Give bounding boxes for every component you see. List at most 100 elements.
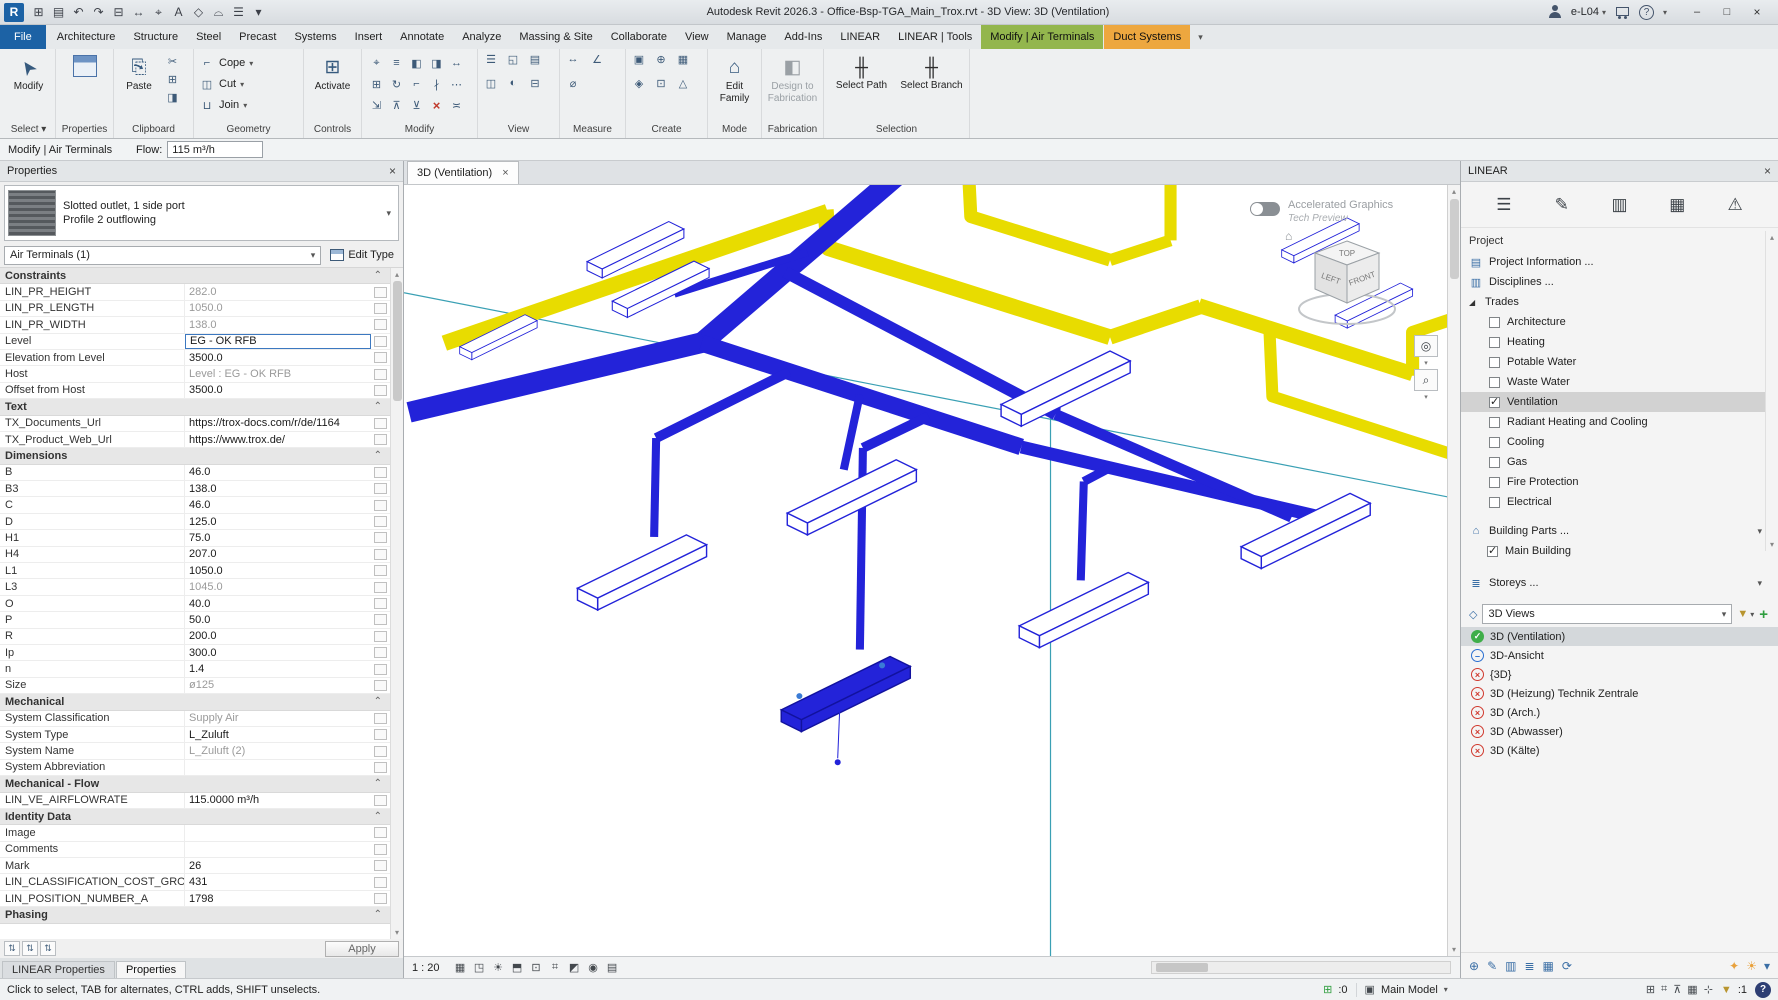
- filter-funnel-icon[interactable]: ▼: [1737, 608, 1748, 620]
- associate-parameter-box[interactable]: [374, 893, 387, 904]
- maximize-button[interactable]: □: [1712, 2, 1742, 23]
- property-value[interactable]: EG - OK RFB: [185, 334, 371, 349]
- ribbon-tab[interactable]: LINEAR: [831, 25, 889, 49]
- property-row[interactable]: Dimensions: [0, 448, 390, 464]
- trade-row[interactable]: Gas: [1461, 452, 1778, 472]
- create-tool-icon[interactable]: ▦: [675, 53, 691, 75]
- view-row[interactable]: 3D (Kälte): [1461, 741, 1778, 760]
- property-value[interactable]: 50.0: [184, 612, 371, 627]
- qat-icon[interactable]: ☰: [229, 3, 248, 22]
- chevron-down-icon[interactable]: ▾: [1444, 985, 1448, 994]
- apply-button[interactable]: Apply: [325, 941, 399, 957]
- main-building-row[interactable]: Main Building: [1461, 541, 1778, 561]
- property-value[interactable]: 431: [184, 874, 371, 889]
- scroll-down-icon[interactable]: ▾: [395, 928, 399, 937]
- modify-tool-icon[interactable]: ⌐: [407, 74, 426, 94]
- property-row[interactable]: System Name L_Zuluft (2): [0, 743, 390, 759]
- property-value[interactable]: 26: [184, 858, 371, 873]
- scroll-up-icon[interactable]: ▴: [395, 270, 399, 279]
- associate-parameter-box[interactable]: [374, 352, 387, 363]
- trade-checkbox[interactable]: [1489, 377, 1500, 388]
- qat-icon[interactable]: ⊟: [109, 3, 128, 22]
- associate-parameter-box[interactable]: [374, 860, 387, 871]
- property-row[interactable]: n 1.4: [0, 661, 390, 677]
- select-path-button[interactable]: ╫ Select Path: [829, 53, 894, 91]
- associate-parameter-box[interactable]: [374, 418, 387, 429]
- associate-parameter-box[interactable]: [374, 582, 387, 593]
- ribbon-tab[interactable]: Structure: [124, 25, 187, 49]
- property-row[interactable]: H1 75.0: [0, 530, 390, 546]
- property-row[interactable]: Image: [0, 825, 390, 841]
- footer-tool-icon[interactable]: ▥: [1505, 959, 1516, 973]
- user-avatar-icon[interactable]: [1548, 5, 1562, 19]
- trade-checkbox[interactable]: [1489, 457, 1500, 468]
- property-row[interactable]: B3 138.0: [0, 481, 390, 497]
- modify-tool-icon[interactable]: ⊞: [367, 74, 386, 94]
- trade-row[interactable]: Fire Protection: [1461, 472, 1778, 492]
- associate-parameter-box[interactable]: [374, 303, 387, 314]
- property-row[interactable]: LIN_PR_WIDTH 138.0: [0, 317, 390, 333]
- linear-scrollbar[interactable]: ▴ ▾: [1765, 231, 1778, 551]
- view-control-icon[interactable]: ◉: [584, 959, 603, 977]
- trade-checkbox[interactable]: [1489, 317, 1500, 328]
- property-value[interactable]: [184, 760, 371, 775]
- property-row[interactable]: LIN_PR_LENGTH 1050.0: [0, 301, 390, 317]
- sort-alpha-icon[interactable]: ⇅: [4, 941, 20, 956]
- associate-parameter-box[interactable]: [374, 680, 387, 691]
- modify-tool-icon[interactable]: ⌖: [367, 53, 386, 73]
- property-row[interactable]: B 46.0: [0, 465, 390, 481]
- trade-checkbox[interactable]: [1489, 337, 1500, 348]
- trade-row[interactable]: Architecture: [1461, 312, 1778, 332]
- element-filter-dropdown[interactable]: Air Terminals (1) ▾: [4, 246, 321, 265]
- trade-row[interactable]: Cooling: [1461, 432, 1778, 452]
- flow-input[interactable]: [167, 141, 263, 158]
- footer-tool-icon[interactable]: ✎: [1487, 959, 1497, 973]
- filter-funnel-icon[interactable]: ▼: [1721, 984, 1732, 996]
- properties-scrollbar[interactable]: ▴ ▾: [390, 268, 403, 939]
- property-row[interactable]: LIN_CLASSIFICATION_COST_GROUP 431: [0, 874, 390, 890]
- property-value[interactable]: Level : EG - OK RFB: [184, 366, 371, 381]
- associate-parameter-box[interactable]: [374, 369, 387, 380]
- ribbon-tab[interactable]: Annotate: [391, 25, 453, 49]
- property-row[interactable]: C 46.0: [0, 497, 390, 513]
- type-selector[interactable]: Slotted outlet, 1 side port Profile 2 ou…: [4, 185, 399, 241]
- property-value[interactable]: 1050.0: [184, 301, 371, 316]
- trade-row[interactable]: Waste Water: [1461, 372, 1778, 392]
- property-value[interactable]: 1050.0: [184, 563, 371, 578]
- measure-tool-icon[interactable]: ↔: [565, 53, 581, 75]
- qat-icon[interactable]: ⊞: [29, 3, 48, 22]
- linear-toolbar-icon[interactable]: ☰: [1487, 189, 1521, 221]
- trades-row[interactable]: ◢ Trades: [1461, 292, 1778, 312]
- palette-tab[interactable]: Properties: [116, 961, 186, 978]
- close-icon[interactable]: ×: [1764, 164, 1771, 178]
- modify-tool-icon[interactable]: ≡: [387, 53, 406, 73]
- linear-palette-header[interactable]: LINEAR ×: [1461, 161, 1778, 182]
- view-tool-icon[interactable]: ◐: [505, 77, 521, 99]
- associate-parameter-box[interactable]: [374, 516, 387, 527]
- trade-row[interactable]: Potable Water: [1461, 352, 1778, 372]
- design-to-fabrication-button[interactable]: ◧ Design to Fabrication: [768, 53, 818, 104]
- modify-tool-icon[interactable]: ≍: [447, 95, 466, 115]
- trade-row[interactable]: Heating: [1461, 332, 1778, 352]
- palette-tab[interactable]: LINEAR Properties: [2, 961, 115, 978]
- associate-parameter-box[interactable]: [374, 500, 387, 511]
- linear-toolbar-icon[interactable]: ⚠: [1718, 189, 1752, 221]
- associate-parameter-box[interactable]: [374, 483, 387, 494]
- trade-checkbox[interactable]: [1489, 497, 1500, 508]
- property-value[interactable]: Supply Air: [184, 711, 371, 726]
- edit-type-button[interactable]: Edit Type: [325, 246, 399, 265]
- property-row[interactable]: LIN_POSITION_NUMBER_A 1798: [0, 891, 390, 907]
- property-row[interactable]: LIN_PR_HEIGHT 282.0: [0, 284, 390, 300]
- viewcube[interactable]: ⌂ TOP LEFT FRONT: [1289, 227, 1405, 337]
- footer-tool-icon[interactable]: ⟳: [1562, 959, 1572, 973]
- sort-filter-icon[interactable]: ⇅: [40, 941, 56, 956]
- associate-parameter-box[interactable]: [374, 647, 387, 658]
- qat-icon[interactable]: ▤: [49, 3, 68, 22]
- property-row[interactable]: Mechanical: [0, 694, 390, 710]
- associate-parameter-box[interactable]: [374, 631, 387, 642]
- help-icon[interactable]: ?: [1755, 982, 1771, 998]
- view-tab[interactable]: 3D (Ventilation) ×: [407, 161, 519, 184]
- view-row[interactable]: 3D (Abwasser): [1461, 722, 1778, 741]
- property-row[interactable]: System Abbreviation: [0, 760, 390, 776]
- property-row[interactable]: D 125.0: [0, 514, 390, 530]
